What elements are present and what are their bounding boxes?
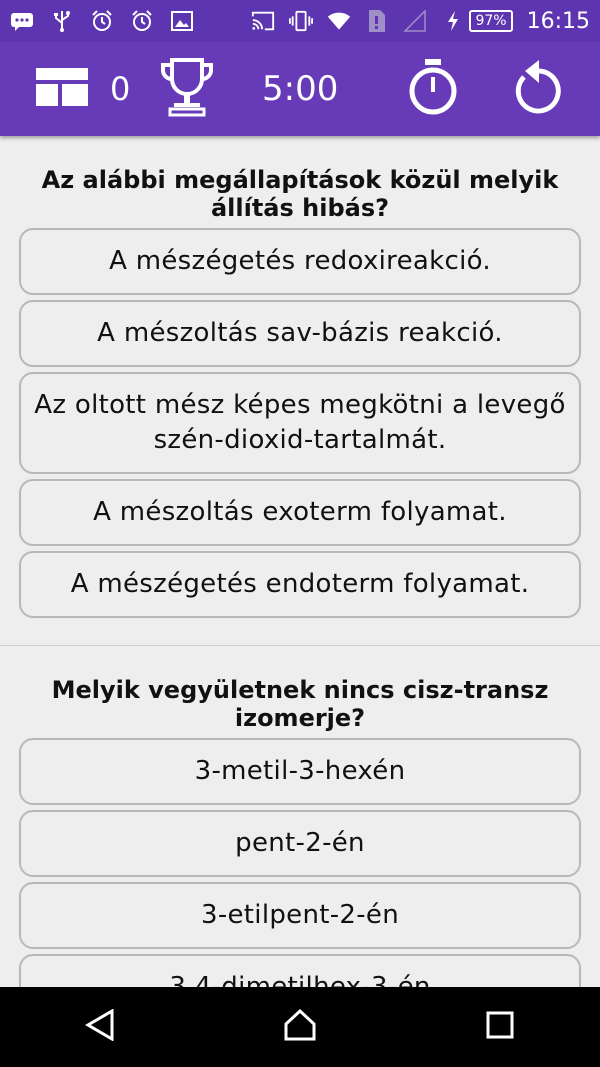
answer-option[interactable]: 3,4-dimetilhex-3-én xyxy=(19,954,581,987)
vibrate-icon xyxy=(289,9,314,33)
recents-icon xyxy=(486,1011,514,1043)
layout-button[interactable] xyxy=(36,42,88,136)
status-time: 16:15 xyxy=(526,8,590,34)
answer-option[interactable]: A mészoltás exoterm folyamat. xyxy=(19,479,581,546)
navigation-bar xyxy=(0,987,600,1067)
answer-option[interactable]: 3-metil-3-hexén xyxy=(19,738,581,805)
home-icon xyxy=(283,1008,317,1045)
image-icon xyxy=(170,9,194,33)
battery-percent: 97% xyxy=(469,10,513,32)
back-icon xyxy=(85,1008,115,1045)
status-bar: 97% 16:15 xyxy=(0,0,600,42)
sim-icon xyxy=(365,9,389,33)
app-bar: 0 5:00 xyxy=(0,42,600,136)
answer-option[interactable]: Az oltott mész képes megkötni a levegő s… xyxy=(19,372,581,474)
home-button[interactable] xyxy=(270,997,330,1057)
answer-option[interactable]: 3-etilpent-2-én xyxy=(19,882,581,949)
layout-icon xyxy=(36,68,88,110)
stopwatch-icon xyxy=(406,57,460,121)
question-title: Melyik vegyületnek nincs cisz-transz izo… xyxy=(51,676,549,732)
timer-value: 5:00 xyxy=(262,69,339,109)
answer-option[interactable]: A mészégetés endoterm folyamat. xyxy=(19,551,581,618)
alarm-icon xyxy=(90,9,114,33)
restart-button[interactable] xyxy=(512,42,566,136)
trophy-icon xyxy=(160,57,214,121)
back-button[interactable] xyxy=(70,997,130,1057)
stopwatch-button[interactable] xyxy=(406,42,460,136)
answer-option[interactable]: A mészoltás sav-bázis reakció. xyxy=(19,300,581,367)
question-card: Az alábbi megállapítások közül melyik ál… xyxy=(0,136,600,637)
cast-icon xyxy=(251,9,275,33)
signal-icon xyxy=(403,9,427,33)
answer-option[interactable]: pent-2-én xyxy=(19,810,581,877)
message-icon xyxy=(10,9,34,33)
score-value: 0 xyxy=(110,70,131,108)
trophy-button[interactable] xyxy=(160,42,214,136)
question-card: Melyik vegyületnek nincs cisz-transz izo… xyxy=(0,646,600,987)
answer-option[interactable]: A mészégetés redoxireakció. xyxy=(19,228,581,295)
wifi-icon xyxy=(327,9,351,33)
question-title: Az alábbi megállapítások közül melyik ál… xyxy=(41,166,559,222)
charging-icon xyxy=(441,9,465,33)
alarm-icon xyxy=(130,9,154,33)
usb-icon xyxy=(50,9,74,33)
recents-button[interactable] xyxy=(470,997,530,1057)
quiz-list[interactable]: Az alábbi megállapítások közül melyik ál… xyxy=(0,136,600,987)
restart-icon xyxy=(512,59,566,119)
